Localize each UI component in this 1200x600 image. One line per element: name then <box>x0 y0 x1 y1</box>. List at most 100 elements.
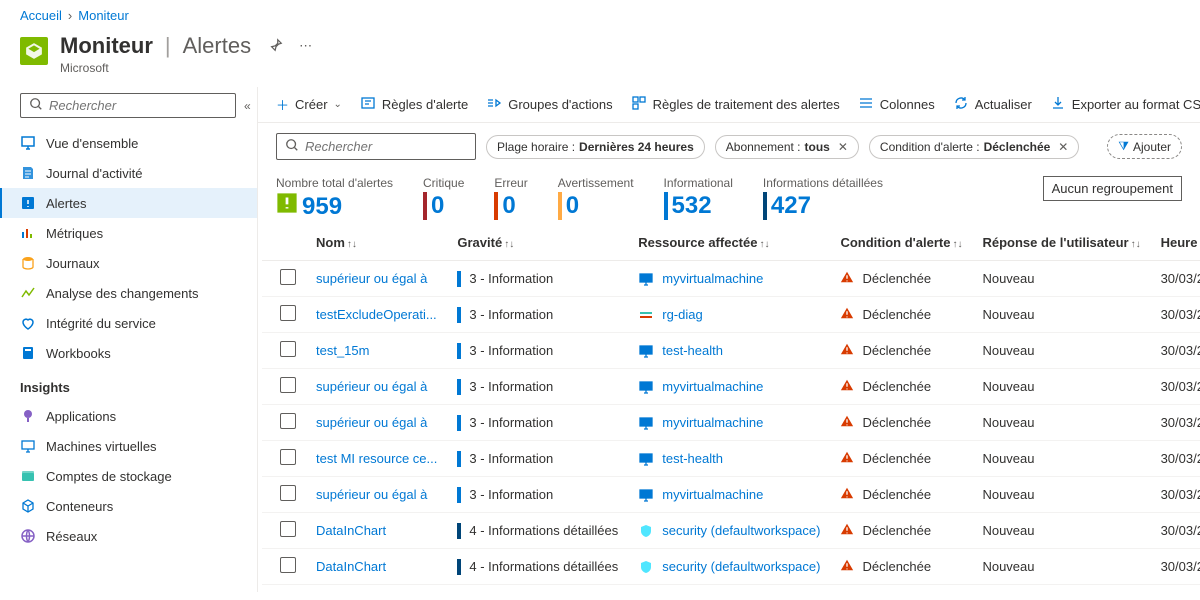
row-checkbox[interactable] <box>280 377 296 393</box>
refresh-button[interactable]: Actualiser <box>953 95 1032 114</box>
sidebar-item-networks[interactable]: Réseaux <box>0 521 257 551</box>
response-label: Nouveau <box>972 369 1150 405</box>
summary-error[interactable]: Erreur0 <box>494 176 527 220</box>
alert-name-link[interactable]: supérieur ou égal à <box>316 415 427 430</box>
export-csv-button[interactable]: Exporter au format CSV <box>1050 95 1200 114</box>
sidebar-item-health[interactable]: Intégrité du service <box>0 308 257 338</box>
resource-link[interactable]: security (defaultworkspace) <box>662 559 820 574</box>
sidebar-search[interactable] <box>20 93 236 118</box>
col-condition[interactable]: Condition d'alerte↑↓ <box>830 225 972 261</box>
overview-icon <box>20 135 36 151</box>
row-checkbox[interactable] <box>280 485 296 501</box>
table-row[interactable]: DataInChart4 - Informations détailléesse… <box>262 513 1200 549</box>
summary-warning[interactable]: Avertissement0 <box>558 176 634 220</box>
col-resource[interactable]: Ressource affectée↑↓ <box>628 225 830 261</box>
row-checkbox[interactable] <box>280 413 296 429</box>
columns-button[interactable]: Colonnes <box>858 95 935 114</box>
add-filter-button[interactable]: ⧩Ajouter <box>1107 134 1182 159</box>
filter-subscription[interactable]: Abonnement : tous✕ <box>715 135 859 159</box>
pin-icon[interactable] <box>269 38 283 55</box>
sidebar-item-storage[interactable]: Comptes de stockage <box>0 461 257 491</box>
insights-heading: Insights <box>0 368 257 401</box>
table-row[interactable]: test MI resource ce...3 - Informationtes… <box>262 441 1200 477</box>
condition-label: Déclenchée <box>862 415 931 430</box>
severity-bar <box>457 487 461 503</box>
summary-critical[interactable]: Critique0 <box>423 176 464 220</box>
breadcrumb-current[interactable]: Moniteur <box>78 8 129 23</box>
resource-link[interactable]: myvirtualmachine <box>662 415 763 430</box>
sidebar-item-activity[interactable]: Journal d'activité <box>0 158 257 188</box>
resource-link[interactable]: test-health <box>662 343 723 358</box>
table-row[interactable]: testExcludeOperati...3 - Informationrg-d… <box>262 297 1200 333</box>
resource-link[interactable]: myvirtualmachine <box>662 271 763 286</box>
collapse-sidebar-icon[interactable]: « <box>244 99 251 113</box>
col-time[interactable]: Heure de déclenchement <box>1151 225 1200 261</box>
filter-bar: Plage horaire : Dernières 24 heures Abon… <box>258 123 1200 170</box>
resource-icon <box>638 271 654 287</box>
alert-name-link[interactable]: test MI resource ce... <box>316 451 437 466</box>
table-row[interactable]: test_15m3 - Informationtest-healthDéclen… <box>262 333 1200 369</box>
breadcrumb-home[interactable]: Accueil <box>20 8 62 23</box>
alert-name-link[interactable]: DataInChart <box>316 559 386 574</box>
row-checkbox[interactable] <box>280 341 296 357</box>
filter-condition[interactable]: Condition d'alerte : Déclenchée✕ <box>869 135 1079 159</box>
table-row[interactable]: supérieur ou égal à3 - Informationmyvirt… <box>262 261 1200 297</box>
summary-verbose[interactable]: Informations détaillées427 <box>763 176 883 220</box>
resource-link[interactable]: test-health <box>662 451 723 466</box>
table-row[interactable]: supérieur ou égal à3 - Informationmyvirt… <box>262 477 1200 513</box>
sidebar-item-app[interactable]: Applications <box>0 401 257 431</box>
row-checkbox[interactable] <box>280 557 296 573</box>
condition-label: Déclenchée <box>862 559 931 574</box>
sidebar-item-alerts[interactable]: Alertes <box>0 188 257 218</box>
table-row[interactable]: supérieur ou égal à3 - Informationmyvirt… <box>262 369 1200 405</box>
severity-label: 4 - Informations détaillées <box>469 559 618 574</box>
alert-name-link[interactable]: supérieur ou égal à <box>316 487 427 502</box>
sidebar-item-workbooks[interactable]: Workbooks <box>0 338 257 368</box>
sidebar-search-input[interactable] <box>49 98 227 113</box>
sidebar-item-logs[interactable]: Journaux <box>0 248 257 278</box>
alert-name-link[interactable]: supérieur ou égal à <box>316 379 427 394</box>
summary-total[interactable]: Nombre total d'alertes 959 <box>276 176 393 221</box>
alert-rules-button[interactable]: Règles d'alerte <box>360 95 468 114</box>
col-name[interactable]: Nom↑↓ <box>306 225 447 261</box>
table-row[interactable]: supérieur ou égal à3 - Informationmyvirt… <box>262 405 1200 441</box>
groupby-select[interactable]: Aucun regroupement <box>1043 176 1182 201</box>
main-search[interactable] <box>276 133 476 160</box>
page-subtitle: Microsoft <box>60 61 312 75</box>
row-checkbox[interactable] <box>280 449 296 465</box>
alert-name-link[interactable]: supérieur ou égal à <box>316 271 427 286</box>
col-severity[interactable]: Gravité↑↓ <box>447 225 628 261</box>
row-checkbox[interactable] <box>280 521 296 537</box>
processing-rules-button[interactable]: Règles de traitement des alertes <box>631 95 840 114</box>
col-response[interactable]: Réponse de l'utilisateur↑↓ <box>972 225 1150 261</box>
page-title: Moniteur <box>60 33 153 59</box>
severity-bar <box>457 451 461 467</box>
row-checkbox[interactable] <box>280 305 296 321</box>
resource-link[interactable]: security (defaultworkspace) <box>662 523 820 538</box>
summary-info[interactable]: Informational532 <box>664 176 733 220</box>
more-icon[interactable]: ⋯ <box>299 38 312 54</box>
time-label: 30/03/2023, 16:08 <box>1151 261 1200 297</box>
main-search-input[interactable] <box>305 139 483 154</box>
sidebar-item-label: Comptes de stockage <box>46 469 172 484</box>
close-icon[interactable]: ✕ <box>838 140 848 154</box>
alert-name-link[interactable]: DataInChart <box>316 523 386 538</box>
sidebar-item-metrics[interactable]: Métriques <box>0 218 257 248</box>
severity-bar <box>457 307 461 323</box>
alert-name-link[interactable]: test_15m <box>316 343 369 358</box>
sidebar-item-changes[interactable]: Analyse des changements <box>0 278 257 308</box>
close-icon[interactable]: ✕ <box>1058 140 1068 154</box>
sidebar-item-overview[interactable]: Vue d'ensemble <box>0 128 257 158</box>
row-checkbox[interactable] <box>280 269 296 285</box>
alert-name-link[interactable]: testExcludeOperati... <box>316 307 437 322</box>
sidebar-item-label: Alertes <box>46 196 86 211</box>
resource-link[interactable]: myvirtualmachine <box>662 379 763 394</box>
action-groups-button[interactable]: Groupes d'actions <box>486 95 612 114</box>
sidebar-item-containers[interactable]: Conteneurs <box>0 491 257 521</box>
create-button[interactable]: ＋Créer⌄ <box>276 95 342 114</box>
resource-link[interactable]: myvirtualmachine <box>662 487 763 502</box>
filter-timerange[interactable]: Plage horaire : Dernières 24 heures <box>486 135 705 159</box>
sidebar-item-vm[interactable]: Machines virtuelles <box>0 431 257 461</box>
resource-link[interactable]: rg-diag <box>662 307 702 322</box>
table-row[interactable]: DataInChart 4 - Informations détaillées se… <box>262 549 1200 585</box>
